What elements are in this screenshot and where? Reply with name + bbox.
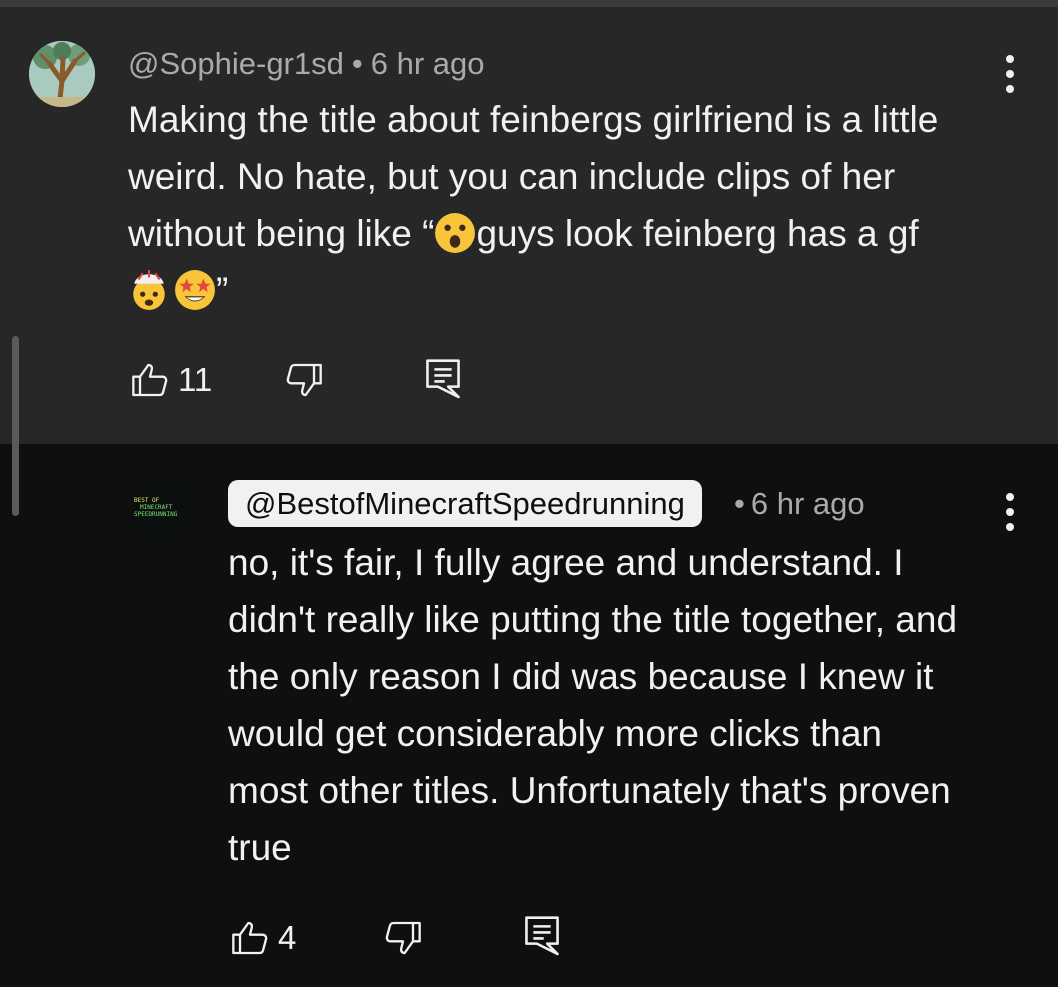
reply-like-button[interactable]: 4	[230, 918, 296, 958]
comment-line: Making the title about feinbergs girlfri…	[128, 99, 939, 140]
thumbs-up-icon	[132, 363, 168, 397]
exploding-head-emoji	[133, 270, 165, 310]
meta-separator: •	[351, 46, 363, 81]
comment-line: ”	[128, 262, 1028, 319]
comment-line-part: guys look feinberg has a gf	[476, 213, 919, 254]
avatar-text: MINECRAFT	[140, 504, 173, 511]
creator-author-chip[interactable]: @BestofMinecraftSpeedrunning	[228, 480, 702, 527]
reply-reply-button[interactable]	[523, 914, 561, 956]
like-count: 11	[178, 361, 213, 398]
tree-avatar-icon	[29, 41, 95, 107]
dot-icon	[1006, 523, 1014, 531]
reply-line: the only reason I did was because I knew…	[228, 656, 934, 697]
reply-avatar[interactable]: BEST OF MINECRAFT SPEEDRUNNING	[128, 477, 196, 545]
thumbs-down-icon	[385, 921, 421, 955]
reply-line: didn't really like putting the title tog…	[228, 599, 958, 640]
reply-comment-icon	[426, 359, 460, 399]
reply-more-menu[interactable]	[1000, 493, 1020, 533]
comment-more-menu[interactable]	[1000, 55, 1020, 95]
reply-meta: • 6 hr ago	[734, 486, 865, 522]
meta-separator: •	[734, 486, 745, 521]
reply-line: most other titles. Unfortunately that's …	[228, 770, 951, 811]
comment-time[interactable]: 6 hr ago	[371, 46, 485, 81]
reply-line: would get considerably more clicks than	[228, 713, 882, 754]
avatar-text: SPEEDRUNNING	[134, 511, 178, 518]
reply-like-count: 4	[278, 919, 297, 956]
dot-icon	[1006, 493, 1014, 501]
like-button[interactable]: 11	[130, 360, 212, 400]
comment-text: Making the title about feinbergs girlfri…	[128, 91, 1028, 319]
channel-logo-icon: BEST OF MINECRAFT SPEEDRUNNING	[128, 477, 196, 545]
top-divider	[0, 0, 1058, 7]
comment-line-part: without being like “	[128, 213, 435, 254]
dislike-button[interactable]	[284, 360, 324, 400]
comment-line: weird. No hate, but you can include clip…	[128, 156, 896, 197]
dot-icon	[1006, 508, 1014, 516]
star-struck-emoji	[175, 270, 215, 310]
comment-author[interactable]: @Sophie-gr1sd	[128, 46, 344, 81]
dot-icon	[1006, 70, 1014, 78]
reply-text: no, it's fair, I fully agree and underst…	[228, 534, 1028, 876]
reply-line: true	[228, 827, 292, 868]
avatar[interactable]	[29, 41, 95, 107]
thumbs-up-icon	[232, 921, 268, 955]
comment-line: without being like “ guys look feinberg h…	[128, 205, 1028, 262]
reply-line: no, it's fair, I fully agree and underst…	[228, 542, 904, 583]
reply-comment-icon	[525, 916, 559, 956]
astonished-face-emoji	[435, 213, 476, 253]
scrollbar[interactable]	[12, 336, 19, 516]
reply-button[interactable]	[424, 357, 462, 399]
reply-time[interactable]: 6 hr ago	[751, 486, 865, 521]
comment-line-part: ”	[216, 270, 229, 311]
dot-icon	[1006, 55, 1014, 63]
reply-dislike-button[interactable]	[383, 918, 423, 958]
comment-meta: @Sophie-gr1sd • 6 hr ago	[128, 46, 485, 82]
avatar-text: BEST OF	[134, 497, 160, 504]
thumbs-down-icon	[286, 363, 322, 397]
